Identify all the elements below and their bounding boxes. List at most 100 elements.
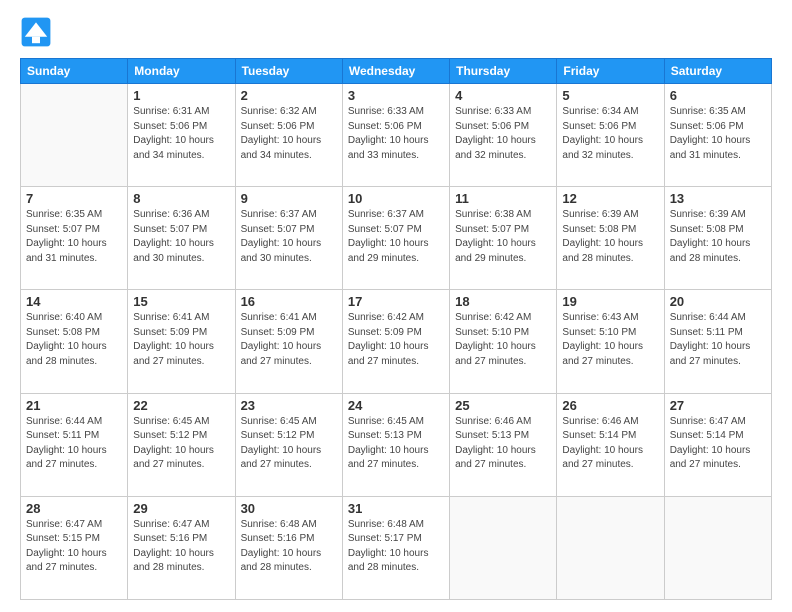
calendar-cell: 2Sunrise: 6:32 AM Sunset: 5:06 PM Daylig… (235, 84, 342, 187)
calendar-cell: 18Sunrise: 6:42 AM Sunset: 5:10 PM Dayli… (450, 290, 557, 393)
weekday-header-wednesday: Wednesday (342, 59, 449, 84)
day-number: 20 (670, 294, 766, 309)
weekday-header-saturday: Saturday (664, 59, 771, 84)
day-info: Sunrise: 6:33 AM Sunset: 5:06 PM Dayligh… (348, 105, 444, 163)
day-info: Sunrise: 6:41 AM Sunset: 5:09 PM Dayligh… (133, 311, 229, 369)
calendar-week-row: 28 Sunrise: 6:47 AM Sunset: 5:15 PM Dayli… (21, 496, 772, 599)
calendar-cell: 12 Sunrise: 6:39 AM Sunset: 5:08 PM Dayli… (557, 187, 664, 290)
day-info: Sunrise: 6:40 AM Sunset: 5:08 PM Dayligh… (26, 311, 122, 369)
day-number: 3 (348, 88, 444, 103)
calendar-cell: 1 Sunrise: 6:31 AM Sunset: 5:06 PM Daylig… (128, 84, 235, 187)
calendar-cell: 25 Sunrise: 6:46 AM Sunset: 5:13 PM Dayli… (450, 393, 557, 496)
day-info: Sunrise: 6:36 AM Sunset: 5:07 PM Dayligh… (133, 208, 229, 266)
calendar-cell: 8 Sunrise: 6:36 AM Sunset: 5:07 PM Daylig… (128, 187, 235, 290)
day-info: Sunrise: 6:35 AM Sunset: 5:06 PM Dayligh… (670, 105, 766, 163)
calendar-cell: 29 Sunrise: 6:47 AM Sunset: 5:16 PM Dayli… (128, 496, 235, 599)
calendar-cell: 20 Sunrise: 6:44 AM Sunset: 5:11 PM Dayli… (664, 290, 771, 393)
day-number: 17 (348, 294, 444, 309)
day-number: 10 (348, 191, 444, 206)
day-number: 30 (241, 501, 337, 516)
calendar-cell: 11 Sunrise: 6:38 AM Sunset: 5:07 PM Dayli… (450, 187, 557, 290)
day-info: Sunrise: 6:44 AM Sunset: 5:11 PM Dayligh… (670, 311, 766, 369)
day-info: Sunrise: 6:42 AM Sunset: 5:09 PM Dayligh… (348, 311, 444, 369)
day-number: 8 (133, 191, 229, 206)
calendar-cell: 27 Sunrise: 6:47 AM Sunset: 5:14 PM Dayli… (664, 393, 771, 496)
day-info: Sunrise: 6:31 AM Sunset: 5:06 PM Dayligh… (133, 105, 229, 163)
calendar-week-row: 7 Sunrise: 6:35 AM Sunset: 5:07 PM Daylig… (21, 187, 772, 290)
day-info: Sunrise: 6:47 AM Sunset: 5:15 PM Dayligh… (26, 518, 122, 576)
calendar-cell: 16Sunrise: 6:41 AM Sunset: 5:09 PM Dayli… (235, 290, 342, 393)
day-number: 6 (670, 88, 766, 103)
weekday-header-thursday: Thursday (450, 59, 557, 84)
day-info: Sunrise: 6:38 AM Sunset: 5:07 PM Dayligh… (455, 208, 551, 266)
day-number: 9 (241, 191, 337, 206)
day-info: Sunrise: 6:39 AM Sunset: 5:08 PM Dayligh… (670, 208, 766, 266)
calendar-header-row: SundayMondayTuesdayWednesdayThursdayFrid… (21, 59, 772, 84)
weekday-header-tuesday: Tuesday (235, 59, 342, 84)
day-number: 5 (562, 88, 658, 103)
day-number: 12 (562, 191, 658, 206)
calendar-cell: 7 Sunrise: 6:35 AM Sunset: 5:07 PM Daylig… (21, 187, 128, 290)
day-number: 15 (133, 294, 229, 309)
weekday-header-monday: Monday (128, 59, 235, 84)
calendar-cell: 22Sunrise: 6:45 AM Sunset: 5:12 PM Dayli… (128, 393, 235, 496)
calendar-cell: 30 Sunrise: 6:48 AM Sunset: 5:16 PM Dayli… (235, 496, 342, 599)
calendar-table: SundayMondayTuesdayWednesdayThursdayFrid… (20, 58, 772, 600)
header (20, 16, 772, 48)
day-number: 18 (455, 294, 551, 309)
day-number: 28 (26, 501, 122, 516)
day-info: Sunrise: 6:45 AM Sunset: 5:13 PM Dayligh… (348, 415, 444, 473)
day-number: 19 (562, 294, 658, 309)
calendar-cell: 4Sunrise: 6:33 AM Sunset: 5:06 PM Daylig… (450, 84, 557, 187)
day-info: Sunrise: 6:46 AM Sunset: 5:13 PM Dayligh… (455, 415, 551, 473)
day-info: Sunrise: 6:45 AM Sunset: 5:12 PM Dayligh… (133, 415, 229, 473)
day-number: 1 (133, 88, 229, 103)
day-number: 27 (670, 398, 766, 413)
calendar-cell: 15 Sunrise: 6:41 AM Sunset: 5:09 PM Dayli… (128, 290, 235, 393)
calendar-cell: 3 Sunrise: 6:33 AM Sunset: 5:06 PM Daylig… (342, 84, 449, 187)
day-number: 4 (455, 88, 551, 103)
calendar-cell: 5Sunrise: 6:34 AM Sunset: 5:06 PM Daylig… (557, 84, 664, 187)
page: SundayMondayTuesdayWednesdayThursdayFrid… (0, 0, 792, 612)
day-number: 13 (670, 191, 766, 206)
calendar-cell: 9 Sunrise: 6:37 AM Sunset: 5:07 PM Daylig… (235, 187, 342, 290)
calendar-cell: 17 Sunrise: 6:42 AM Sunset: 5:09 PM Dayli… (342, 290, 449, 393)
day-number: 11 (455, 191, 551, 206)
calendar-cell (664, 496, 771, 599)
day-info: Sunrise: 6:47 AM Sunset: 5:14 PM Dayligh… (670, 415, 766, 473)
day-number: 14 (26, 294, 122, 309)
calendar-week-row: 1 Sunrise: 6:31 AM Sunset: 5:06 PM Daylig… (21, 84, 772, 187)
calendar-cell: 6 Sunrise: 6:35 AM Sunset: 5:06 PM Daylig… (664, 84, 771, 187)
day-number: 31 (348, 501, 444, 516)
logo-icon (20, 16, 52, 48)
calendar-cell (450, 496, 557, 599)
day-number: 23 (241, 398, 337, 413)
calendar-cell: 19 Sunrise: 6:43 AM Sunset: 5:10 PM Dayli… (557, 290, 664, 393)
logo (20, 16, 58, 48)
day-info: Sunrise: 6:47 AM Sunset: 5:16 PM Dayligh… (133, 518, 229, 576)
day-number: 7 (26, 191, 122, 206)
day-info: Sunrise: 6:44 AM Sunset: 5:11 PM Dayligh… (26, 415, 122, 473)
weekday-header-sunday: Sunday (21, 59, 128, 84)
weekday-header-friday: Friday (557, 59, 664, 84)
day-number: 2 (241, 88, 337, 103)
day-info: Sunrise: 6:39 AM Sunset: 5:08 PM Dayligh… (562, 208, 658, 266)
day-info: Sunrise: 6:35 AM Sunset: 5:07 PM Dayligh… (26, 208, 122, 266)
calendar-week-row: 14 Sunrise: 6:40 AM Sunset: 5:08 PM Dayli… (21, 290, 772, 393)
day-info: Sunrise: 6:43 AM Sunset: 5:10 PM Dayligh… (562, 311, 658, 369)
calendar-cell: 23Sunrise: 6:45 AM Sunset: 5:12 PM Dayli… (235, 393, 342, 496)
day-info: Sunrise: 6:37 AM Sunset: 5:07 PM Dayligh… (348, 208, 444, 266)
day-info: Sunrise: 6:41 AM Sunset: 5:09 PM Dayligh… (241, 311, 337, 369)
day-number: 29 (133, 501, 229, 516)
calendar-cell: 24Sunrise: 6:45 AM Sunset: 5:13 PM Dayli… (342, 393, 449, 496)
day-number: 26 (562, 398, 658, 413)
day-info: Sunrise: 6:37 AM Sunset: 5:07 PM Dayligh… (241, 208, 337, 266)
calendar-cell: 31 Sunrise: 6:48 AM Sunset: 5:17 PM Dayli… (342, 496, 449, 599)
calendar-cell: 14 Sunrise: 6:40 AM Sunset: 5:08 PM Dayli… (21, 290, 128, 393)
day-info: Sunrise: 6:48 AM Sunset: 5:16 PM Dayligh… (241, 518, 337, 576)
calendar-cell (557, 496, 664, 599)
calendar-cell: 13 Sunrise: 6:39 AM Sunset: 5:08 PM Dayli… (664, 187, 771, 290)
day-number: 25 (455, 398, 551, 413)
day-number: 21 (26, 398, 122, 413)
day-info: Sunrise: 6:48 AM Sunset: 5:17 PM Dayligh… (348, 518, 444, 576)
